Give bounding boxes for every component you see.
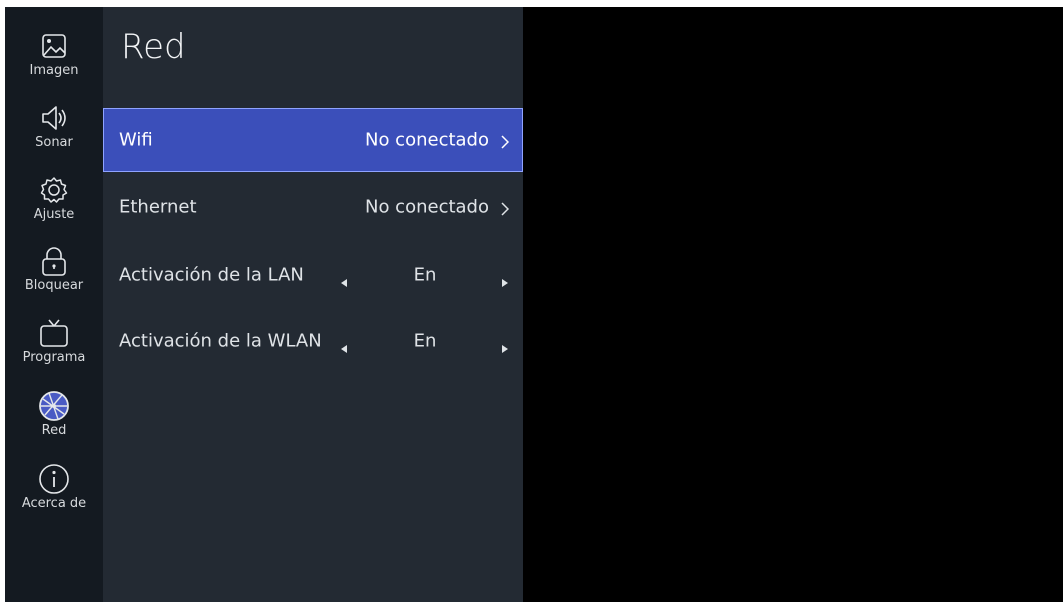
setting-label: Activación de la LAN bbox=[119, 264, 304, 286]
arrow-right-icon[interactable] bbox=[501, 337, 509, 353]
page-title: Red bbox=[121, 27, 186, 67]
setting-label: Ethernet bbox=[119, 196, 197, 218]
sidebar-item-acerca-de[interactable]: Acerca de bbox=[5, 462, 103, 528]
arrow-right-icon[interactable] bbox=[501, 271, 509, 287]
setting-row-wifi[interactable]: Wifi No conectado bbox=[103, 108, 523, 172]
speaker-icon bbox=[37, 101, 71, 135]
gear-icon bbox=[37, 173, 71, 207]
setting-value: No conectado bbox=[364, 196, 489, 218]
setting-label: Wifi bbox=[119, 129, 153, 151]
sidebar-item-label: Programa bbox=[22, 350, 86, 365]
setting-row-lan-activation[interactable]: Activación de la LAN En bbox=[103, 243, 523, 307]
setting-value: En bbox=[413, 330, 437, 352]
image-icon bbox=[37, 29, 71, 63]
lock-icon bbox=[37, 244, 71, 278]
sidebar-item-imagen[interactable]: Imagen bbox=[5, 29, 103, 95]
sidebar-item-ajuste[interactable]: Ajuste bbox=[5, 173, 103, 239]
tv-icon bbox=[37, 316, 71, 350]
setting-row-ethernet[interactable]: Ethernet No conectado bbox=[103, 175, 523, 239]
sidebar-item-label: Acerca de bbox=[21, 496, 87, 511]
chevron-right-icon bbox=[499, 200, 511, 216]
sidebar-item-label: Bloquear bbox=[24, 278, 84, 293]
sidebar-item-label: Red bbox=[41, 423, 67, 438]
sidebar-item-programa[interactable]: Programa bbox=[5, 316, 103, 382]
sidebar: Imagen Sonar Ajuste Bloquear Programa Re… bbox=[5, 7, 103, 602]
sidebar-item-label: Sonar bbox=[35, 135, 73, 150]
sidebar-item-label: Ajuste bbox=[33, 207, 75, 222]
settings-panel: Red Wifi No conectado Ethernet No conect… bbox=[103, 7, 523, 602]
sidebar-item-red[interactable]: Red bbox=[5, 389, 103, 455]
setting-value: En bbox=[413, 264, 437, 286]
tv-screen: Imagen Sonar Ajuste Bloquear Programa Re… bbox=[5, 7, 1063, 602]
setting-row-wlan-activation[interactable]: Activación de la WLAN En bbox=[103, 309, 523, 373]
arrow-left-icon[interactable] bbox=[340, 271, 348, 287]
info-icon bbox=[37, 462, 71, 496]
globe-icon bbox=[37, 389, 71, 423]
setting-value: No conectado bbox=[364, 129, 489, 151]
sidebar-item-sonar[interactable]: Sonar bbox=[5, 101, 103, 167]
sidebar-item-label: Imagen bbox=[29, 63, 79, 78]
chevron-right-icon bbox=[499, 133, 511, 149]
arrow-left-icon[interactable] bbox=[340, 337, 348, 353]
setting-label: Activación de la WLAN bbox=[119, 330, 322, 352]
sidebar-item-bloquear[interactable]: Bloquear bbox=[5, 244, 103, 310]
